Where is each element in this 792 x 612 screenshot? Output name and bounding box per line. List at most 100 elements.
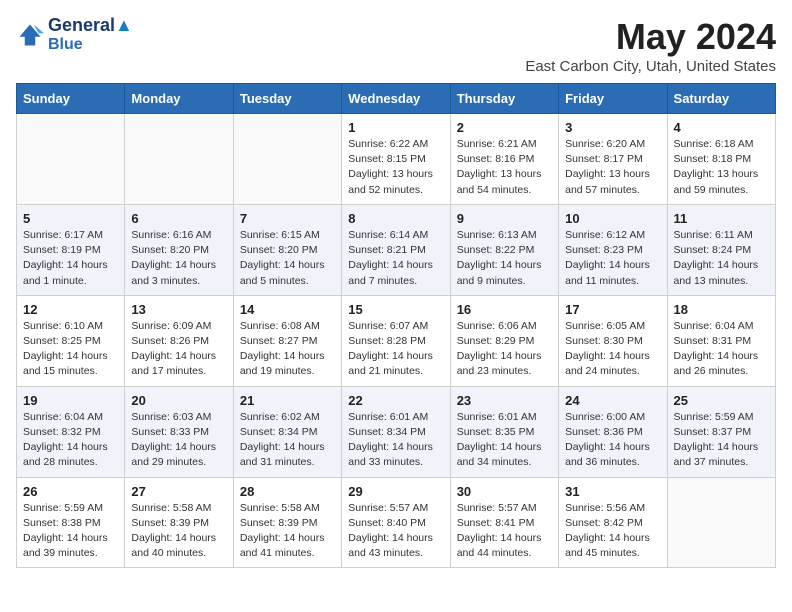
day-number: 20: [131, 393, 226, 408]
logo-text: General▲ Blue: [48, 16, 133, 53]
calendar-cell: 14 Sunrise: 6:08 AM Sunset: 8:27 PM Dayli…: [233, 295, 341, 386]
day-info: Sunrise: 6:12 AM Sunset: 8:23 PM Dayligh…: [565, 228, 660, 289]
calendar-cell: 18Sunrise: 6:04 AM Sunset: 8:31 PM Dayli…: [667, 295, 775, 386]
calendar-cell: 25 Sunrise: 5:59 AM Sunset: 8:37 PM Dayli…: [667, 386, 775, 477]
day-info: Sunrise: 6:10 AM Sunset: 8:25 PM Dayligh…: [23, 319, 118, 380]
calendar-cell: 26 Sunrise: 5:59 AM Sunset: 8:38 PM Dayli…: [17, 477, 125, 568]
day-number: 2: [457, 120, 552, 135]
calendar-cell: [17, 114, 125, 205]
day-info: Sunrise: 6:18 AM Sunset: 8:18 PM Dayligh…: [674, 137, 769, 198]
day-number: 22: [348, 393, 443, 408]
calendar-cell: 21Sunrise: 6:02 AM Sunset: 8:34 PM Dayli…: [233, 386, 341, 477]
day-number: 23: [457, 393, 552, 408]
calendar-cell: 29Sunrise: 5:57 AM Sunset: 8:40 PM Dayli…: [342, 477, 450, 568]
day-number: 15: [348, 302, 443, 317]
calendar-cell: 8Sunrise: 6:14 AM Sunset: 8:21 PM Daylig…: [342, 204, 450, 295]
day-info: Sunrise: 6:17 AM Sunset: 8:19 PM Dayligh…: [23, 228, 118, 289]
day-info: Sunrise: 6:08 AM Sunset: 8:27 PM Dayligh…: [240, 319, 335, 380]
day-number: 25: [674, 393, 769, 408]
calendar-cell: 22 Sunrise: 6:01 AM Sunset: 8:34 PM Dayli…: [342, 386, 450, 477]
calendar-cell: 11Sunrise: 6:11 AM Sunset: 8:24 PM Dayli…: [667, 204, 775, 295]
header-day-sunday: Sunday: [17, 84, 125, 114]
day-number: 12: [23, 302, 118, 317]
header-day-friday: Friday: [559, 84, 667, 114]
title-block: May 2024 East Carbon City, Utah, United …: [525, 16, 776, 75]
day-number: 21: [240, 393, 335, 408]
day-info: Sunrise: 6:09 AM Sunset: 8:26 PM Dayligh…: [131, 319, 226, 380]
day-info: Sunrise: 6:04 AM Sunset: 8:31 PM Dayligh…: [674, 319, 769, 380]
calendar-cell: 24 Sunrise: 6:00 AM Sunset: 8:36 PM Dayli…: [559, 386, 667, 477]
day-number: 3: [565, 120, 660, 135]
calendar-cell: 13 Sunrise: 6:09 AM Sunset: 8:26 PM Dayli…: [125, 295, 233, 386]
logo: General▲ Blue: [16, 16, 133, 53]
day-number: 4: [674, 120, 769, 135]
week-row-3: 12 Sunrise: 6:10 AM Sunset: 8:25 PM Dayli…: [17, 295, 776, 386]
calendar-cell: [125, 114, 233, 205]
calendar-body: 1Sunrise: 6:22 AM Sunset: 8:15 PM Daylig…: [17, 114, 776, 568]
calendar-cell: 2 Sunrise: 6:21 AM Sunset: 8:16 PM Daylig…: [450, 114, 558, 205]
calendar: SundayMondayTuesdayWednesdayThursdayFrid…: [16, 83, 776, 568]
day-info: Sunrise: 6:16 AM Sunset: 8:20 PM Dayligh…: [131, 228, 226, 289]
day-info: Sunrise: 6:05 AM Sunset: 8:30 PM Dayligh…: [565, 319, 660, 380]
location: East Carbon City, Utah, United States: [525, 58, 776, 75]
calendar-cell: 31 Sunrise: 5:56 AM Sunset: 8:42 PM Dayli…: [559, 477, 667, 568]
day-number: 31: [565, 484, 660, 499]
logo-icon: [16, 21, 44, 49]
header-day-wednesday: Wednesday: [342, 84, 450, 114]
calendar-cell: 30 Sunrise: 5:57 AM Sunset: 8:41 PM Dayli…: [450, 477, 558, 568]
week-row-1: 1Sunrise: 6:22 AM Sunset: 8:15 PM Daylig…: [17, 114, 776, 205]
day-number: 6: [131, 211, 226, 226]
page-header: General▲ Blue May 2024 East Carbon City,…: [16, 16, 776, 75]
calendar-header: SundayMondayTuesdayWednesdayThursdayFrid…: [17, 84, 776, 114]
day-number: 26: [23, 484, 118, 499]
calendar-cell: 5 Sunrise: 6:17 AM Sunset: 8:19 PM Daylig…: [17, 204, 125, 295]
day-info: Sunrise: 5:59 AM Sunset: 8:38 PM Dayligh…: [23, 501, 118, 562]
day-info: Sunrise: 6:03 AM Sunset: 8:33 PM Dayligh…: [131, 410, 226, 471]
day-info: Sunrise: 6:06 AM Sunset: 8:29 PM Dayligh…: [457, 319, 552, 380]
day-info: Sunrise: 6:20 AM Sunset: 8:17 PM Dayligh…: [565, 137, 660, 198]
calendar-cell: 1Sunrise: 6:22 AM Sunset: 8:15 PM Daylig…: [342, 114, 450, 205]
week-row-2: 5 Sunrise: 6:17 AM Sunset: 8:19 PM Daylig…: [17, 204, 776, 295]
month-title: May 2024: [525, 16, 776, 58]
calendar-cell: 20 Sunrise: 6:03 AM Sunset: 8:33 PM Dayli…: [125, 386, 233, 477]
calendar-cell: 10Sunrise: 6:12 AM Sunset: 8:23 PM Dayli…: [559, 204, 667, 295]
week-row-4: 19Sunrise: 6:04 AM Sunset: 8:32 PM Dayli…: [17, 386, 776, 477]
calendar-cell: 3 Sunrise: 6:20 AM Sunset: 8:17 PM Daylig…: [559, 114, 667, 205]
day-info: Sunrise: 6:01 AM Sunset: 8:35 PM Dayligh…: [457, 410, 552, 471]
day-info: Sunrise: 6:14 AM Sunset: 8:21 PM Dayligh…: [348, 228, 443, 289]
day-number: 24: [565, 393, 660, 408]
calendar-cell: 16 Sunrise: 6:06 AM Sunset: 8:29 PM Dayli…: [450, 295, 558, 386]
calendar-cell: 23 Sunrise: 6:01 AM Sunset: 8:35 PM Dayli…: [450, 386, 558, 477]
header-day-tuesday: Tuesday: [233, 84, 341, 114]
day-number: 28: [240, 484, 335, 499]
day-number: 16: [457, 302, 552, 317]
calendar-cell: 15Sunrise: 6:07 AM Sunset: 8:28 PM Dayli…: [342, 295, 450, 386]
day-info: Sunrise: 6:13 AM Sunset: 8:22 PM Dayligh…: [457, 228, 552, 289]
calendar-cell: [667, 477, 775, 568]
day-number: 14: [240, 302, 335, 317]
calendar-cell: 17Sunrise: 6:05 AM Sunset: 8:30 PM Dayli…: [559, 295, 667, 386]
calendar-cell: 27Sunrise: 5:58 AM Sunset: 8:39 PM Dayli…: [125, 477, 233, 568]
day-number: 7: [240, 211, 335, 226]
day-info: Sunrise: 6:21 AM Sunset: 8:16 PM Dayligh…: [457, 137, 552, 198]
calendar-cell: 7 Sunrise: 6:15 AM Sunset: 8:20 PM Daylig…: [233, 204, 341, 295]
day-number: 29: [348, 484, 443, 499]
calendar-cell: 12 Sunrise: 6:10 AM Sunset: 8:25 PM Dayli…: [17, 295, 125, 386]
day-info: Sunrise: 6:01 AM Sunset: 8:34 PM Dayligh…: [348, 410, 443, 471]
day-info: Sunrise: 5:56 AM Sunset: 8:42 PM Dayligh…: [565, 501, 660, 562]
day-number: 5: [23, 211, 118, 226]
calendar-cell: 6 Sunrise: 6:16 AM Sunset: 8:20 PM Daylig…: [125, 204, 233, 295]
calendar-cell: 4 Sunrise: 6:18 AM Sunset: 8:18 PM Daylig…: [667, 114, 775, 205]
day-info: Sunrise: 5:57 AM Sunset: 8:41 PM Dayligh…: [457, 501, 552, 562]
day-number: 30: [457, 484, 552, 499]
header-row: SundayMondayTuesdayWednesdayThursdayFrid…: [17, 84, 776, 114]
day-info: Sunrise: 5:59 AM Sunset: 8:37 PM Dayligh…: [674, 410, 769, 471]
calendar-cell: 19Sunrise: 6:04 AM Sunset: 8:32 PM Dayli…: [17, 386, 125, 477]
day-number: 13: [131, 302, 226, 317]
header-day-saturday: Saturday: [667, 84, 775, 114]
day-number: 11: [674, 211, 769, 226]
day-info: Sunrise: 6:00 AM Sunset: 8:36 PM Dayligh…: [565, 410, 660, 471]
day-info: Sunrise: 5:58 AM Sunset: 8:39 PM Dayligh…: [240, 501, 335, 562]
day-info: Sunrise: 6:15 AM Sunset: 8:20 PM Dayligh…: [240, 228, 335, 289]
header-day-thursday: Thursday: [450, 84, 558, 114]
